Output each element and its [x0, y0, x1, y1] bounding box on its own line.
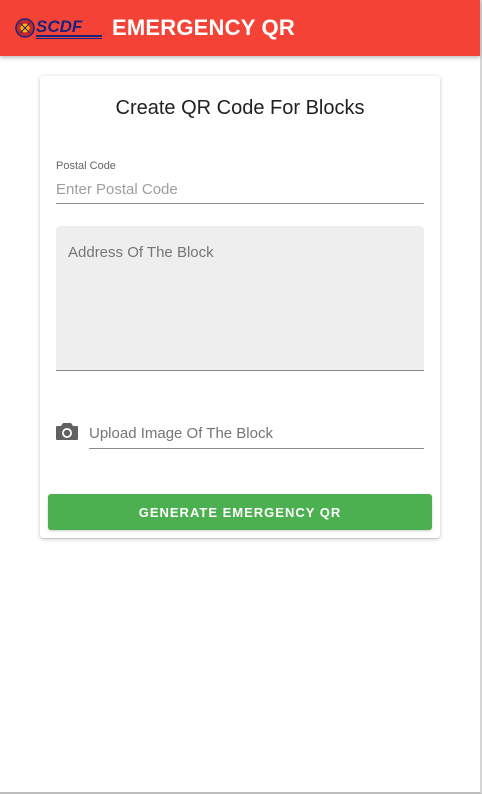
address-textarea[interactable] — [56, 226, 424, 371]
postal-code-input[interactable] — [56, 176, 424, 204]
logo-text: SCDF — [36, 17, 83, 36]
qr-form-card: Create QR Code For Blocks Postal Code GE… — [40, 76, 440, 538]
generate-qr-button[interactable]: GENERATE EMERGENCY QR — [48, 494, 432, 530]
page: SCDF EMERGENCY QR Create QR Code For Blo… — [0, 0, 482, 794]
form-title: Create QR Code For Blocks — [115, 97, 365, 119]
scdf-logo: SCDF — [15, 17, 102, 39]
camera-icon[interactable] — [56, 421, 78, 441]
app-bar: SCDF EMERGENCY QR — [0, 0, 480, 56]
upload-image-input[interactable] — [89, 419, 424, 449]
postal-code-label: Postal Code — [56, 160, 116, 172]
app-title: EMERGENCY QR — [112, 15, 295, 40]
